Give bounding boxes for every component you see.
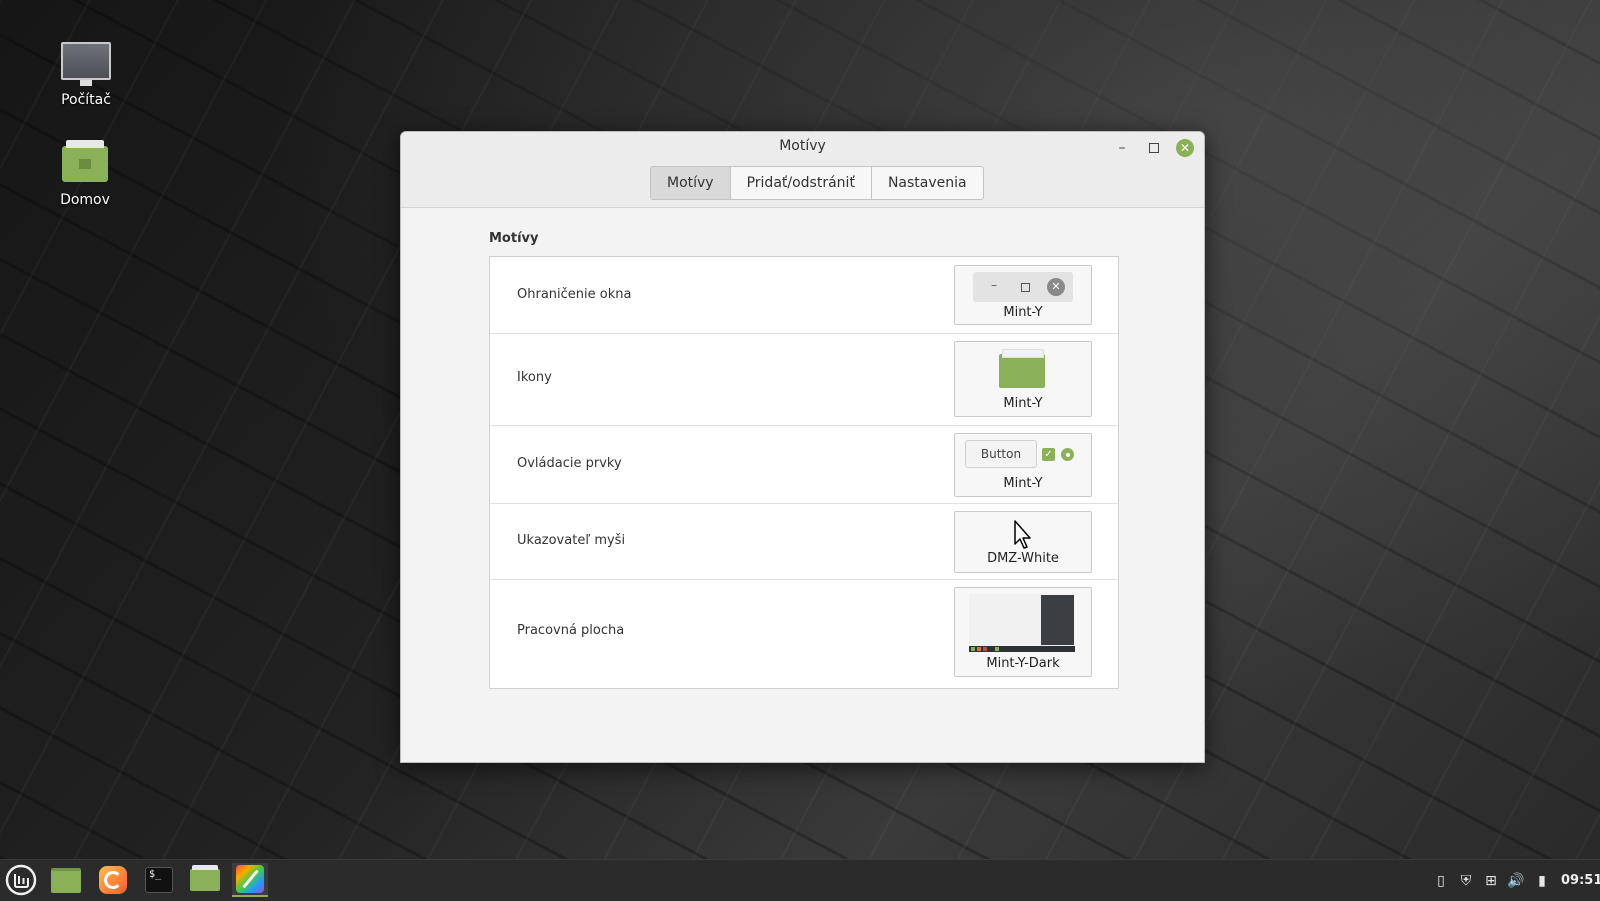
desktop-theme-chooser[interactable]: Mint-Y-Dark [954,587,1092,677]
show-desktop-button[interactable] [48,863,84,897]
tab-bar: Motívy Pridať/odstrániť Nastavenia [650,166,984,200]
tab-themes[interactable]: Motívy [651,167,730,199]
row-mouse-pointer: Ukazovateľ myši DMZ-White [490,503,1118,580]
calendar-preview [1041,595,1074,645]
window-borders-preview: – ✕ [973,272,1073,302]
desktop-icon-home[interactable]: Domov [35,140,135,208]
row-label: Ohraničenie okna [517,287,632,302]
shield-button[interactable]: ⛨ [1455,860,1477,901]
row-desktop: Pracovná plocha Mint-Y-Dark [490,579,1118,687]
choice-value: Mint-Y [1003,396,1043,411]
maximize-icon [1021,283,1030,292]
themes-icon [236,865,264,893]
close-button[interactable]: ✕ [1174,138,1196,158]
battery-icon: ▮ [1538,872,1546,889]
clipboard-icon: ▯ [1437,872,1445,889]
desktop-icon-label: Počítač [61,92,111,108]
row-controls: Ovládacie prvky Button ✓ Mint-Y [490,425,1118,504]
choice-value: Mint-Y [1003,305,1043,320]
minimize-icon: – [1118,140,1126,156]
files-icon [190,865,220,891]
window-borders-chooser[interactable]: – ✕ Mint-Y [954,265,1092,325]
themes-window: Motívy – ✕ Motívy Pridať/odstrániť Nasta… [400,131,1205,763]
preview-button: Button [965,440,1037,468]
titlebar[interactable]: Motívy – ✕ Motívy Pridať/odstrániť Nasta… [401,132,1204,208]
firefox-button[interactable] [95,863,131,897]
folder-icon [999,349,1045,388]
choice-value: DMZ-White [987,551,1059,566]
menu-button[interactable] [3,863,39,897]
row-label: Ukazovateľ myši [517,533,626,548]
firefox-icon [99,866,127,894]
row-icons: Ikony Mint-Y [490,333,1118,426]
maximize-icon [1149,143,1159,153]
shield-icon: ⛨ [1460,872,1472,889]
cursor-chooser[interactable]: DMZ-White [954,511,1092,573]
battery-button[interactable]: ▮ [1531,860,1553,901]
choice-value: Mint-Y [1003,476,1043,491]
icons-chooser[interactable]: Mint-Y [954,341,1092,417]
maximize-button[interactable] [1143,138,1165,158]
checkbox-icon: ✓ [1042,448,1055,461]
desktop-icon-computer[interactable]: Počítač [36,42,136,108]
menu-icon [5,864,37,896]
row-label: Pracovná plocha [517,623,625,638]
taskbar: $_ ▯ ⛨ ⊞ 🔊 ▮ 09:51 [0,859,1600,901]
tab-settings[interactable]: Nastavenia [870,167,983,199]
pointer-icon [1014,520,1031,549]
clipboard-button[interactable]: ▯ [1430,860,1452,901]
row-label: Ovládacie prvky [517,456,622,471]
minimize-button[interactable]: – [1111,138,1133,158]
home-folder-icon [62,140,108,182]
minimize-icon: – [991,278,997,292]
computer-icon [61,42,111,86]
files-button[interactable] [187,863,223,897]
terminal-icon: $_ [145,867,173,893]
close-icon: ✕ [1047,278,1065,296]
close-icon: ✕ [1176,139,1194,157]
desktop-icon-label: Domov [60,192,110,208]
desktop-preview [969,594,1075,652]
section-title: Motívy [489,231,539,246]
volume-button[interactable]: 🔊 [1505,860,1527,901]
network-button[interactable]: ⊞ [1480,860,1502,901]
tab-add-remove[interactable]: Pridať/odstrániť [729,167,871,199]
window-title: Motívy [779,138,826,154]
choice-value: Mint-Y-Dark [986,656,1060,671]
terminal-button[interactable]: $_ [141,863,177,897]
radio-icon [1061,448,1074,461]
row-window-borders: Ohraničenie okna – ✕ Mint-Y [490,257,1118,334]
controls-chooser[interactable]: Button ✓ Mint-Y [954,433,1092,497]
themes-button[interactable] [232,863,268,897]
row-label: Ikony [517,370,552,385]
network-icon: ⊞ [1485,872,1497,889]
theme-list: Ohraničenie okna – ✕ Mint-Y Ikony Mint-Y [489,256,1119,689]
show-desktop-icon [51,867,81,893]
volume-icon: 🔊 [1507,872,1525,889]
clock[interactable]: 09:51 [1561,860,1600,901]
